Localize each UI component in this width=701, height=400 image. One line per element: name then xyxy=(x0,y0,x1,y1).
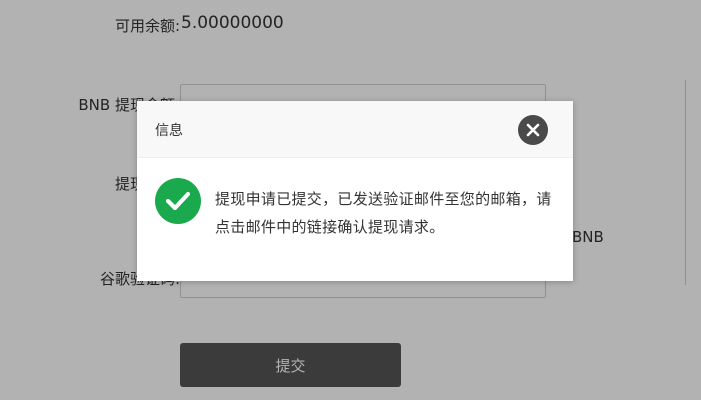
check-circle-icon xyxy=(155,178,201,224)
checkmark-icon xyxy=(166,191,190,211)
close-icon xyxy=(526,123,540,137)
dialog-header: 信息 xyxy=(137,101,573,158)
dialog-message: 提现申请已提交，已发送验证邮件至您的邮箱，请点击邮件中的链接确认提现请求。 xyxy=(215,190,552,236)
dialog-title: 信息 xyxy=(155,123,183,139)
close-button[interactable] xyxy=(518,115,548,145)
info-dialog: 信息 提现申请已提交，已发送验证邮件至您的邮箱，请点击邮件中的链接确认提现请求。 xyxy=(137,101,573,281)
